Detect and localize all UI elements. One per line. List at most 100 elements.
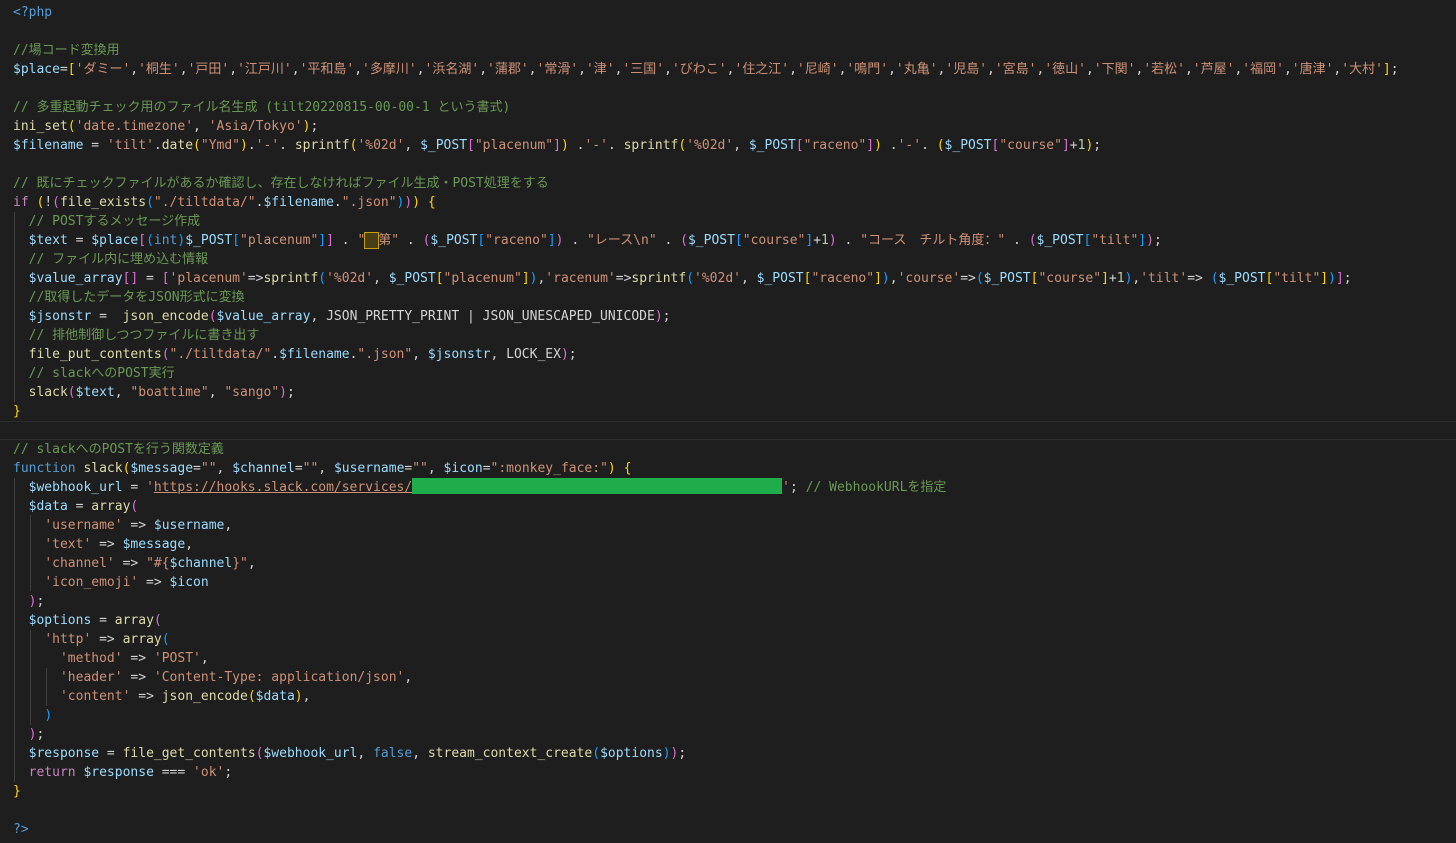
code-token: 'tilt' (1140, 271, 1188, 286)
code-token: '徳山' (1044, 62, 1086, 77)
code-token: , (987, 62, 995, 77)
code-editor[interactable]: <?php//場コード変換用 $place=['ダミー','桐生','戸田','江… (0, 0, 1456, 843)
code-token: // WebhookURLを指定 (805, 480, 947, 495)
code-token: ( (592, 746, 601, 761)
code-token: ; (1093, 138, 1102, 153)
code-token: "placenum" (443, 271, 522, 286)
code-token: file_get_contents (122, 746, 256, 761)
code-token: '大村' (1341, 62, 1383, 77)
code-token: , (888, 62, 896, 77)
code-token: 'POST' (153, 651, 201, 666)
code-token: ( (161, 632, 170, 647)
code-token: ; (310, 119, 319, 134)
code-token: '-' (897, 138, 922, 153)
code-token: , (412, 746, 428, 761)
code-token: , (302, 689, 311, 704)
code-token: ( (680, 233, 688, 248)
code-token: "#{ (146, 556, 170, 571)
code-token: date (161, 138, 194, 153)
code-token: = (91, 613, 115, 628)
code-token: , (224, 518, 233, 533)
code-line: 'icon_emoji' => $icon (13, 573, 208, 592)
code-line: 'username' => $username, (13, 516, 232, 535)
code-token: $place (91, 233, 139, 248)
code-token: => (122, 670, 154, 685)
code-token: 1 (1116, 271, 1125, 286)
code-token: , (404, 138, 421, 153)
code-token: '%02d' (357, 138, 405, 153)
code-token: $_POST (430, 233, 478, 248)
code-token: 'racenum' (545, 271, 616, 286)
code-token: sprintf (623, 138, 679, 153)
code-token: ; (790, 480, 806, 495)
code-token: '鳴門' (846, 62, 889, 77)
code-token: , (741, 271, 757, 286)
code-token: { (427, 195, 436, 210)
code-token: '桐生' (138, 62, 180, 77)
code-token: ; (36, 727, 45, 742)
code-line: // 排他制御しつつファイルに書き出す (13, 326, 260, 345)
code-token: , (208, 385, 225, 400)
code-token: ] (1061, 138, 1070, 153)
code-token: => (122, 651, 154, 666)
code-token: "placenum" (474, 138, 554, 153)
code-token: ] (1101, 271, 1109, 286)
code-token: // 排他制御しつつファイルに書き出す (28, 328, 260, 343)
code-token: "" (200, 461, 217, 476)
code-token: ] (866, 138, 875, 153)
code-token: '唐津' (1291, 62, 1334, 77)
code-token: . (333, 195, 342, 210)
code-token: sprintf (263, 271, 319, 286)
code-token: "course" (999, 138, 1062, 153)
code-line: slack($text, "boattime", "sango"); (13, 383, 295, 402)
code-token: 'username' (44, 518, 123, 533)
code-line: $options = array( (13, 611, 162, 630)
code-token: file_exists (59, 195, 147, 210)
code-token: , (200, 651, 209, 666)
code-token: ) (828, 233, 837, 248)
code-token: 'ダミー' (75, 62, 131, 77)
code-token: ( (52, 195, 60, 210)
code-token: => (615, 271, 632, 286)
code-token: array (114, 613, 154, 628)
current-line-highlight (0, 421, 1456, 440)
code-token: $username (333, 461, 405, 476)
code-token: // 多重起動チェック用のファイル名生成 (tilt20220815-00-00… (13, 100, 511, 115)
code-token: ; (286, 385, 295, 400)
code-token: , (229, 62, 238, 77)
code-token: [ (435, 271, 444, 286)
code-token: ] (521, 271, 530, 286)
code-token: ; (1343, 271, 1352, 286)
code-token: [ (467, 138, 475, 153)
code-token: '-' (255, 138, 280, 153)
code-line: // POSTするメッセージ作成 (13, 212, 201, 231)
code-token: if (13, 195, 29, 210)
code-token: , (733, 138, 749, 153)
code-token: "tilt" (1091, 233, 1139, 248)
code-token: , (318, 461, 334, 476)
code-token: } (13, 784, 21, 799)
code-token: "placenum" (240, 233, 319, 248)
code-token: ( (247, 689, 256, 704)
code-token: ] (1138, 233, 1147, 248)
code-token: = (138, 271, 162, 286)
code-line: file_put_contents("./tiltdata/".$filenam… (13, 345, 577, 364)
webhook-url-link[interactable]: https://hooks.slack.com/services/ (154, 480, 412, 495)
code-token: . (836, 233, 861, 248)
code-token: ! (44, 195, 53, 210)
code-token: ; (678, 746, 687, 761)
code-token: $_POST (748, 138, 796, 153)
code-token: => (1187, 271, 1211, 286)
code-token: 'Content-Type: application/json' (153, 670, 405, 685)
code-token: $webhook_url (263, 746, 358, 761)
code-line: $data = array( (13, 497, 139, 516)
code-token: = (193, 461, 201, 476)
code-token: , (528, 62, 537, 77)
code-token: sprintf (294, 138, 350, 153)
code-token: // slackへのPOST実行 (28, 366, 175, 381)
code-token: '常滑' (536, 62, 579, 77)
code-token: sprintf (631, 271, 687, 286)
